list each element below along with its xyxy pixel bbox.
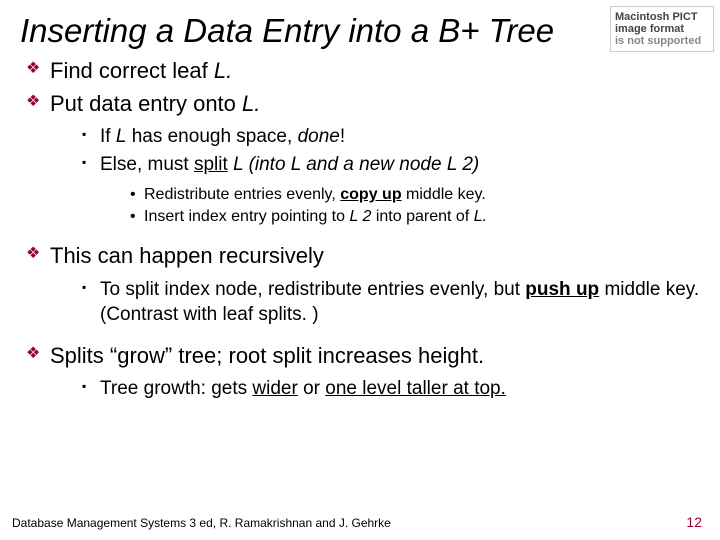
subsub-insert-index: Insert index entry pointing to L 2 into …: [130, 206, 702, 228]
bullet-splits-grow-text: Splits “grow” tree; root split increases…: [50, 343, 484, 368]
sub-else-split: Else, must split L (into L and a new nod…: [82, 152, 702, 228]
missing-image-line1: Macintosh PICT: [615, 11, 709, 23]
sub-split-index: To split index node, redistribute entrie…: [82, 277, 702, 328]
bullet-recursive-text: This can happen recursively: [50, 243, 324, 268]
missing-image-line2: image format: [615, 23, 709, 35]
bullet-find-leaf: Find correct leaf L.: [26, 57, 702, 86]
bullet-list: Find correct leaf L. Put data entry onto…: [26, 57, 702, 402]
sub-if-space: If L has enough space, done!: [82, 124, 702, 150]
footer-text: Database Management Systems 3 ed, R. Ram…: [12, 516, 391, 530]
page-number: 12: [686, 514, 702, 530]
sublist-recursive: To split index node, redistribute entrie…: [82, 277, 702, 328]
subsub-split: Redistribute entries evenly, copy up mid…: [130, 184, 702, 228]
missing-image-placeholder: Macintosh PICT image format is not suppo…: [610, 6, 714, 52]
sublist-put-entry: If L has enough space, done! Else, must …: [82, 124, 702, 227]
subsub-redistribute: Redistribute entries evenly, copy up mid…: [130, 184, 702, 206]
bullet-put-entry-text: Put data entry onto L.: [50, 91, 260, 116]
sub-tree-growth: Tree growth: gets wider or one level tal…: [82, 376, 702, 402]
bullet-splits-grow: Splits “grow” tree; root split increases…: [26, 342, 702, 402]
bullet-put-entry: Put data entry onto L. If L has enough s…: [26, 90, 702, 228]
bullet-recursive: This can happen recursively To split ind…: [26, 242, 702, 328]
slide-title: Inserting a Data Entry into a B+ Tree: [20, 10, 702, 51]
missing-image-line3: is not supported: [615, 35, 709, 47]
sublist-splits-grow: Tree growth: gets wider or one level tal…: [82, 376, 702, 402]
sub-else-split-text: Else, must split L (into L and a new nod…: [100, 154, 479, 175]
